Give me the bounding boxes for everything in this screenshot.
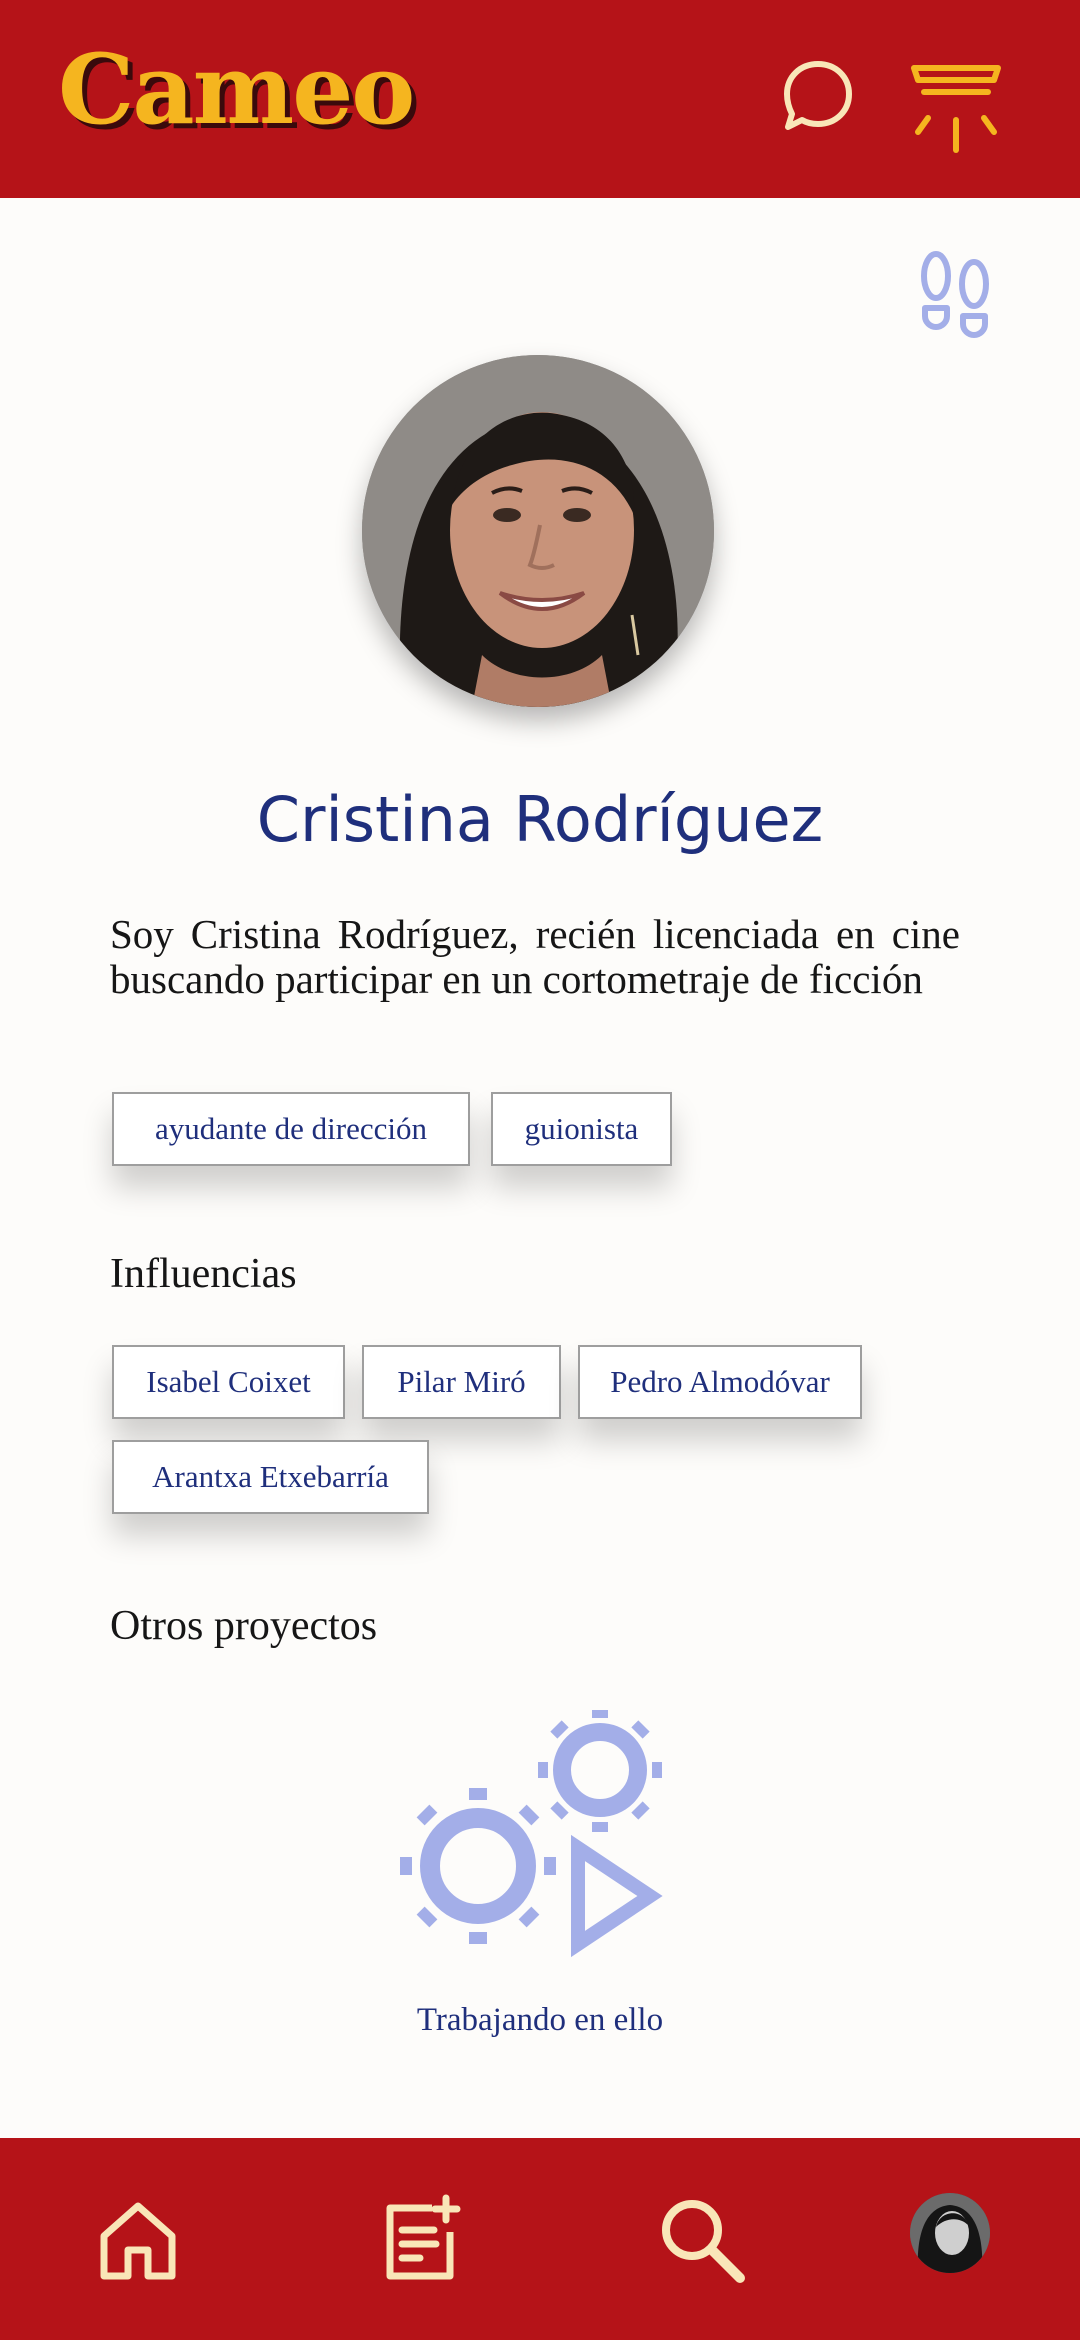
influence-chip[interactable]: Arantxa Etxebarría (112, 1440, 429, 1514)
influences-heading: Influencias (110, 1251, 297, 1297)
role-chip[interactable]: guionista (491, 1092, 672, 1166)
profile-bio: Soy Cristina Rodríguez, recién licenciad… (110, 911, 960, 1002)
influence-chip[interactable]: Pedro Almodóvar (578, 1345, 862, 1419)
profile-avatar[interactable] (910, 2193, 990, 2273)
app-logo[interactable]: Cameo (58, 30, 415, 150)
projects-empty-label: Trabajando en ello (416, 2002, 664, 2038)
spotlight-icon[interactable] (910, 62, 1002, 154)
profile-photo (362, 355, 714, 707)
home-icon[interactable] (88, 2190, 188, 2290)
search-icon[interactable] (652, 2190, 752, 2290)
profile-name: Cristina Rodríguez (256, 783, 824, 856)
projects-heading: Otros proyectos (110, 1603, 378, 1649)
influence-chip[interactable]: Isabel Coixet (112, 1345, 345, 1419)
role-chip[interactable]: ayudante de dirección (112, 1092, 470, 1166)
add-note-icon[interactable] (370, 2190, 470, 2290)
speech-bubble-icon[interactable] (780, 56, 856, 136)
gears-play-icon (400, 1708, 670, 1975)
top-app-bar: Cameo (0, 0, 1080, 198)
footsteps-icon[interactable] (916, 250, 996, 345)
influence-chip[interactable]: Pilar Miró (362, 1345, 561, 1419)
